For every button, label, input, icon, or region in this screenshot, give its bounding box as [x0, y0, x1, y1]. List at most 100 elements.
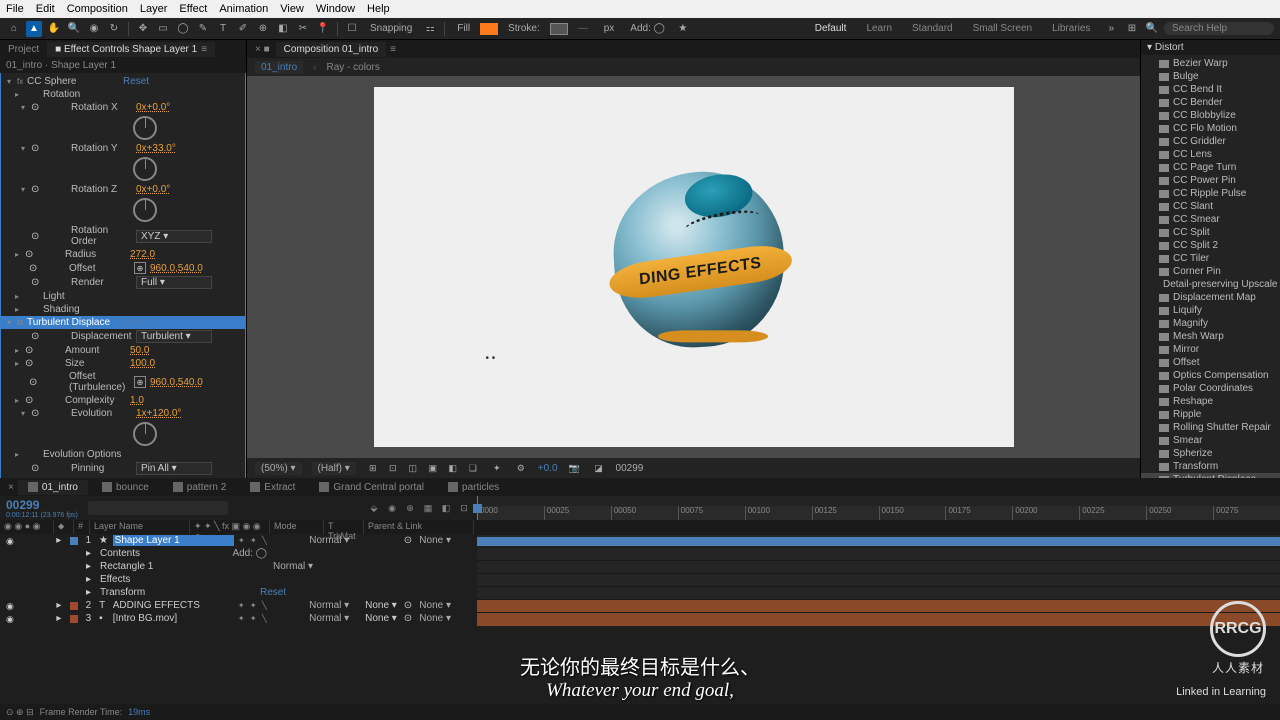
menu-view[interactable]: View: [280, 3, 304, 15]
layer-row-track[interactable]: [477, 547, 1280, 560]
adjust-icon[interactable]: ✦: [490, 461, 504, 475]
effect-list-item[interactable]: CC Page Turn: [1141, 161, 1280, 174]
effect-controls-body[interactable]: ▾fxCC SphereReset▸Rotation▾⊙Rotation X0x…: [0, 73, 246, 478]
zoom-select[interactable]: (50%) ▾: [255, 462, 302, 475]
menu-file[interactable]: File: [6, 3, 24, 15]
timeline-rows[interactable]: ◉▸1★Shape Layer 1✦✦╲Normal ▾⊙None ▾▸Cont…: [0, 534, 1280, 642]
snapping-label[interactable]: Snapping: [364, 23, 418, 34]
layer-row-left[interactable]: ◉▸3▪[Intro BG.mov]✦✦╲Normal ▾None ▾⊙None…: [0, 613, 477, 624]
menu-effect[interactable]: Effect: [179, 3, 207, 15]
layer-row-left[interactable]: ▸TransformReset: [0, 587, 477, 598]
roto-tool-icon[interactable]: ✂: [295, 21, 311, 37]
selection-tool-icon[interactable]: ▲: [26, 21, 42, 37]
rect-tool-icon[interactable]: ▭: [155, 21, 171, 37]
layer-row[interactable]: ◉▸2TADDING EFFECTS✦✦╲Normal ▾None ▾⊙None…: [0, 599, 1280, 612]
effect-header[interactable]: ▾fxTurbulent DisplaceReset: [1, 316, 245, 329]
effect-list-item[interactable]: CC Griddler: [1141, 135, 1280, 148]
breadcrumb-comp[interactable]: 01_intro: [255, 61, 303, 74]
composition-tab[interactable]: Composition 01_intro: [276, 42, 387, 57]
effect-list-item[interactable]: Bulge: [1141, 70, 1280, 83]
layer-row-left[interactable]: ◉▸2TADDING EFFECTS✦✦╲Normal ▾None ▾⊙None…: [0, 600, 477, 611]
effect-list-item[interactable]: Rolling Shutter Repair: [1141, 421, 1280, 434]
orbit-tool-icon[interactable]: ◉: [86, 21, 102, 37]
text-tool-icon[interactable]: T: [215, 21, 231, 37]
rotate-tool-icon[interactable]: ↻: [106, 21, 122, 37]
property-row[interactable]: ▾⊙Rotation Z0x+0.0°: [1, 183, 245, 196]
layer-row-track[interactable]: [477, 573, 1280, 586]
effect-list-item[interactable]: Spherize: [1141, 447, 1280, 460]
layer-row[interactable]: ▸ContentsAdd: ◯: [0, 547, 1280, 560]
add-label[interactable]: Add: ◯: [624, 23, 671, 34]
menu-composition[interactable]: Composition: [67, 3, 128, 15]
snapshot-icon[interactable]: ◪: [592, 461, 606, 475]
workspace-small[interactable]: Small Screen: [965, 23, 1040, 34]
effect-header[interactable]: ▾fxCC SphereReset: [1, 75, 245, 88]
home-icon[interactable]: ⌂: [6, 21, 22, 37]
effect-list-item[interactable]: Optics Compensation: [1141, 369, 1280, 382]
pen-tool-icon[interactable]: ✎: [195, 21, 211, 37]
effect-list-item[interactable]: CC Lens: [1141, 148, 1280, 161]
tab-effect-controls[interactable]: ■ Effect Controls Shape Layer 1≡: [47, 42, 215, 57]
property-point[interactable]: ⊙Offset (Turbulence)⊕960.0,540.0: [1, 370, 245, 394]
layer-row-left[interactable]: ▸Rectangle 1Normal ▾: [0, 561, 477, 572]
property-select[interactable]: ⊙RenderFull ▾: [1, 275, 245, 290]
transparency-icon[interactable]: ◧: [446, 461, 460, 475]
timeline-tab-4[interactable]: Grand Central portal: [309, 480, 434, 495]
tab-project[interactable]: Project: [0, 42, 47, 57]
composition-viewer[interactable]: DING EFFECTS • •: [247, 76, 1140, 458]
timeline-ruler-area[interactable]: 0000000250005000075001000012500150001750…: [477, 496, 1280, 520]
property-value[interactable]: ▸⊙Amount50.0: [1, 344, 245, 357]
timeline-tab-1[interactable]: bounce: [92, 480, 159, 495]
property-value[interactable]: ▸⊙Size100.0: [1, 357, 245, 370]
property-group[interactable]: ▸Rotation: [1, 88, 245, 101]
effect-list-item[interactable]: Bezier Warp: [1141, 57, 1280, 70]
dial-icon[interactable]: [133, 422, 157, 446]
tl-icon-2[interactable]: ◉: [385, 501, 399, 515]
layer-row-track[interactable]: [477, 599, 1280, 612]
workspace-standard[interactable]: Standard: [904, 23, 961, 34]
eraser-tool-icon[interactable]: ◧: [275, 21, 291, 37]
property-point[interactable]: ⊙Offset⊕960.0,540.0: [1, 261, 245, 275]
workspace-default[interactable]: Default: [807, 23, 855, 34]
layer-row[interactable]: ▸TransformReset: [0, 586, 1280, 599]
tl-icon-4[interactable]: ▦: [421, 501, 435, 515]
effect-list-item[interactable]: Smear: [1141, 434, 1280, 447]
search-help-input[interactable]: Search Help: [1164, 22, 1274, 35]
effect-list-item[interactable]: CC Power Pin: [1141, 174, 1280, 187]
tl-icon-1[interactable]: ⬙: [367, 501, 381, 515]
effect-list-item[interactable]: CC Slant: [1141, 200, 1280, 213]
effect-list-item[interactable]: Displacement Map: [1141, 291, 1280, 304]
gear-icon[interactable]: ⚙: [514, 461, 528, 475]
menu-animation[interactable]: Animation: [219, 3, 268, 15]
effect-list-item[interactable]: Mirror: [1141, 343, 1280, 356]
property-row[interactable]: ▾⊙Evolution1x+120.0°: [1, 407, 245, 420]
effect-list-item[interactable]: Turbulent Displace: [1141, 473, 1280, 478]
dial-icon[interactable]: [133, 116, 157, 140]
property-group[interactable]: ▸Evolution Options: [1, 448, 245, 461]
property-value[interactable]: ▸⊙Complexity1.0: [1, 394, 245, 407]
timeline-tab-2[interactable]: pattern 2: [163, 480, 236, 495]
dial-icon[interactable]: [133, 198, 157, 222]
layer-row[interactable]: ◉▸1★Shape Layer 1✦✦╲Normal ▾⊙None ▾: [0, 534, 1280, 547]
3d-icon[interactable]: ❏: [466, 461, 480, 475]
property-select[interactable]: ⊙PinningPin All ▾: [1, 461, 245, 476]
menu-window[interactable]: Window: [316, 3, 355, 15]
timecode[interactable]: 00299: [6, 498, 78, 512]
property-select[interactable]: ⊙Rotation OrderXYZ ▾: [1, 224, 245, 248]
effect-list-item[interactable]: Liquify: [1141, 304, 1280, 317]
effect-list-item[interactable]: Reshape: [1141, 395, 1280, 408]
workspace-menu-icon[interactable]: ⊞: [1124, 21, 1140, 37]
effect-list-item[interactable]: CC Split 2: [1141, 239, 1280, 252]
effect-list-item[interactable]: CC Ripple Pulse: [1141, 187, 1280, 200]
tl-icon-3[interactable]: ⊕: [403, 501, 417, 515]
layer-row[interactable]: ◉▸3▪[Intro BG.mov]✦✦╲Normal ▾None ▾⊙None…: [0, 612, 1280, 625]
mask-icon[interactable]: ◫: [406, 461, 420, 475]
layer-row-track[interactable]: [477, 586, 1280, 599]
effect-list-item[interactable]: Ripple: [1141, 408, 1280, 421]
region-icon[interactable]: ▣: [426, 461, 440, 475]
effect-list-item[interactable]: CC Split: [1141, 226, 1280, 239]
workspace-libraries[interactable]: Libraries: [1044, 23, 1098, 34]
effect-list-item[interactable]: Detail-preserving Upscale: [1141, 278, 1280, 291]
playhead[interactable]: [477, 496, 478, 520]
brush-tool-icon[interactable]: ✐: [235, 21, 251, 37]
